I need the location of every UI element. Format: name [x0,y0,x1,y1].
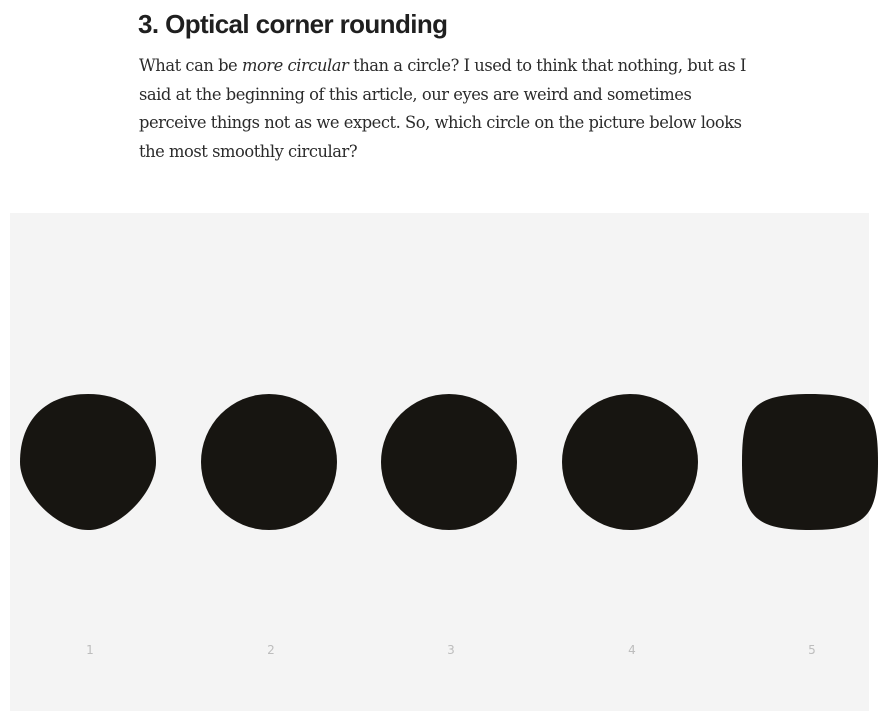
shape-item-1: 1 [10,213,170,711]
article-paragraph: What can be more circular than a circle?… [139,52,749,166]
shape-item-4: 4 [552,213,712,711]
shape-label-5: 5 [808,643,816,657]
shape-label-3: 3 [447,643,455,657]
shape-item-3: 3 [371,213,531,711]
paragraph-text-start: What can be [139,56,242,75]
section-heading: 3. Optical corner rounding [138,9,448,39]
shape-label-2: 2 [267,643,275,657]
shape-label-4: 4 [628,643,636,657]
shape-1-pinched-circle-icon [20,394,156,530]
shape-5-squircle-icon [742,394,878,530]
paragraph-emphasis: more circular [241,56,349,75]
shape-3-circle-icon [381,394,517,530]
shape-2-circle-icon [201,394,337,530]
shape-item-5: 5 [732,213,880,711]
circle-comparison-figure: 1 2 3 4 5 [10,213,878,711]
shape-label-1: 1 [86,643,94,657]
shape-4-circle-icon [562,394,698,530]
shape-item-2: 2 [191,213,351,711]
